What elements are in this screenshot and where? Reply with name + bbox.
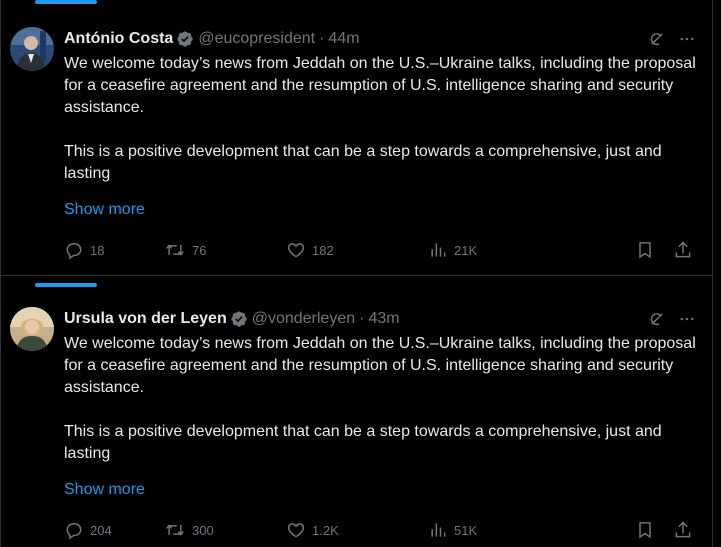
author-handle[interactable]: @eucopresident bbox=[198, 30, 315, 48]
bookmark-icon bbox=[635, 520, 655, 540]
timestamp[interactable]: 44m bbox=[328, 30, 359, 48]
tweet-header: António Costa @eucopresident · 44m bbox=[64, 28, 696, 50]
heart-icon bbox=[286, 240, 306, 260]
more-options-icon[interactable] bbox=[678, 310, 696, 328]
repost-count: 300 bbox=[192, 522, 214, 538]
reply-button[interactable]: 204 bbox=[64, 520, 112, 540]
thread-indicator bbox=[35, 283, 97, 287]
reply-count: 18 bbox=[90, 242, 105, 258]
bookmark-button[interactable] bbox=[635, 520, 655, 540]
views-button[interactable]: 21K bbox=[428, 240, 477, 260]
reply-icon bbox=[64, 520, 84, 540]
grok-icon[interactable] bbox=[648, 310, 666, 328]
avatar[interactable] bbox=[10, 27, 54, 71]
reply-icon bbox=[64, 240, 84, 260]
share-button[interactable] bbox=[673, 520, 693, 540]
column-border-right bbox=[712, 0, 713, 547]
separator-dot: · bbox=[359, 310, 365, 327]
author-name[interactable]: António Costa bbox=[64, 30, 173, 48]
tweet-text-paragraph: We welcome today’s news from Jeddah on t… bbox=[64, 335, 696, 396]
views-chart-icon bbox=[428, 240, 448, 260]
reply-button[interactable]: 18 bbox=[64, 240, 104, 260]
repost-count: 76 bbox=[192, 242, 207, 258]
person-avatar-icon bbox=[10, 27, 54, 71]
views-count: 51K bbox=[454, 522, 478, 538]
reply-count: 204 bbox=[90, 522, 112, 538]
tweet[interactable]: Ursula von der Leyen @vonderleyen · 43m … bbox=[0, 277, 712, 547]
show-more-link[interactable]: Show more bbox=[64, 481, 145, 499]
show-more-link[interactable]: Show more bbox=[64, 201, 145, 219]
avatar[interactable] bbox=[10, 307, 54, 351]
tweet-header: Ursula von der Leyen @vonderleyen · 43m bbox=[64, 308, 696, 330]
tweet-actions: 18 76 182 21K bbox=[64, 240, 696, 260]
like-button[interactable]: 182 bbox=[286, 240, 334, 260]
share-icon bbox=[673, 520, 693, 540]
author-handle[interactable]: @vonderleyen bbox=[252, 310, 355, 328]
tweet-text-paragraph: This is a positive development that can … bbox=[64, 143, 662, 182]
repost-button[interactable]: 300 bbox=[164, 520, 214, 540]
bookmark-icon bbox=[635, 240, 655, 260]
tweet-text-paragraph: We welcome today’s news from Jeddah on t… bbox=[64, 55, 696, 116]
tweet[interactable]: António Costa @eucopresident · 44m We we… bbox=[0, 0, 712, 276]
verified-badge-icon bbox=[176, 30, 194, 48]
tweet-text-paragraph: This is a positive development that can … bbox=[64, 423, 662, 462]
share-icon bbox=[673, 240, 693, 260]
tweet-text: We welcome today’s news from Jeddah on t… bbox=[64, 53, 698, 185]
share-button[interactable] bbox=[673, 240, 693, 260]
repost-button[interactable]: 76 bbox=[164, 240, 206, 260]
tweet-text: We welcome today’s news from Jeddah on t… bbox=[64, 333, 698, 465]
like-button[interactable]: 1.2K bbox=[286, 520, 339, 540]
timeline-feed: António Costa @eucopresident · 44m We we… bbox=[0, 0, 721, 547]
views-count: 21K bbox=[454, 242, 478, 258]
timestamp[interactable]: 43m bbox=[368, 310, 399, 328]
person-avatar-icon bbox=[10, 307, 54, 351]
repost-icon bbox=[164, 520, 186, 540]
repost-icon bbox=[164, 240, 186, 260]
grok-icon[interactable] bbox=[648, 30, 666, 48]
like-count: 182 bbox=[312, 242, 334, 258]
verified-badge-icon bbox=[230, 310, 248, 328]
more-options-icon[interactable] bbox=[678, 30, 696, 48]
tweet-actions: 204 300 1.2K 51K bbox=[64, 520, 696, 540]
heart-icon bbox=[286, 520, 306, 540]
separator-dot: · bbox=[319, 30, 325, 47]
views-chart-icon bbox=[428, 520, 448, 540]
views-button[interactable]: 51K bbox=[428, 520, 477, 540]
thread-indicator bbox=[35, 0, 97, 4]
bookmark-button[interactable] bbox=[635, 240, 655, 260]
author-name[interactable]: Ursula von der Leyen bbox=[64, 310, 227, 328]
like-count: 1.2K bbox=[312, 522, 339, 538]
